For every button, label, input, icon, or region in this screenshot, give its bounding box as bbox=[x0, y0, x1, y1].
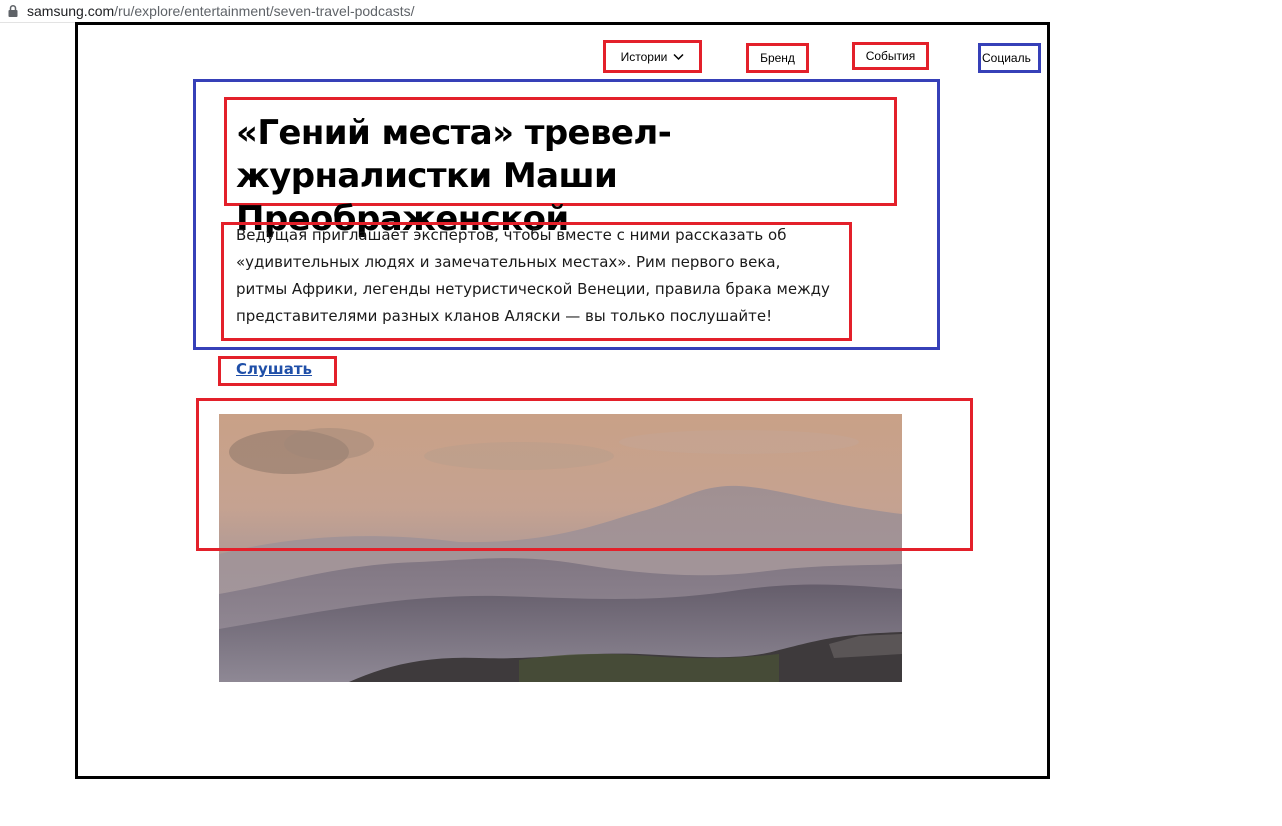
nav-item-brand[interactable]: Бренд bbox=[749, 46, 806, 70]
nav-item-label: Бренд bbox=[760, 51, 795, 65]
nav-item-label: Социаль bbox=[982, 51, 1031, 65]
nav-item-label: Истории bbox=[620, 49, 668, 64]
chevron-down-icon bbox=[673, 50, 684, 64]
nav-item-events[interactable]: События bbox=[855, 45, 926, 67]
url-path: /ru/explore/entertainment/seven-travel-p… bbox=[114, 3, 415, 19]
hero-annotation bbox=[196, 398, 973, 551]
article-description: Ведущая приглашает экспертов, чтобы вмес… bbox=[236, 226, 830, 325]
lock-icon bbox=[6, 4, 20, 18]
url-domain: samsung.com bbox=[27, 3, 115, 19]
nav-item-label: События bbox=[865, 49, 916, 63]
nav-item-stories[interactable]: Истории bbox=[606, 43, 699, 70]
nav-item-social[interactable]: Социаль bbox=[982, 46, 1035, 70]
listen-link[interactable]: Слушать bbox=[236, 360, 312, 378]
address-bar[interactable]: samsung.com/ru/explore/entertainment/sev… bbox=[0, 0, 1034, 23]
